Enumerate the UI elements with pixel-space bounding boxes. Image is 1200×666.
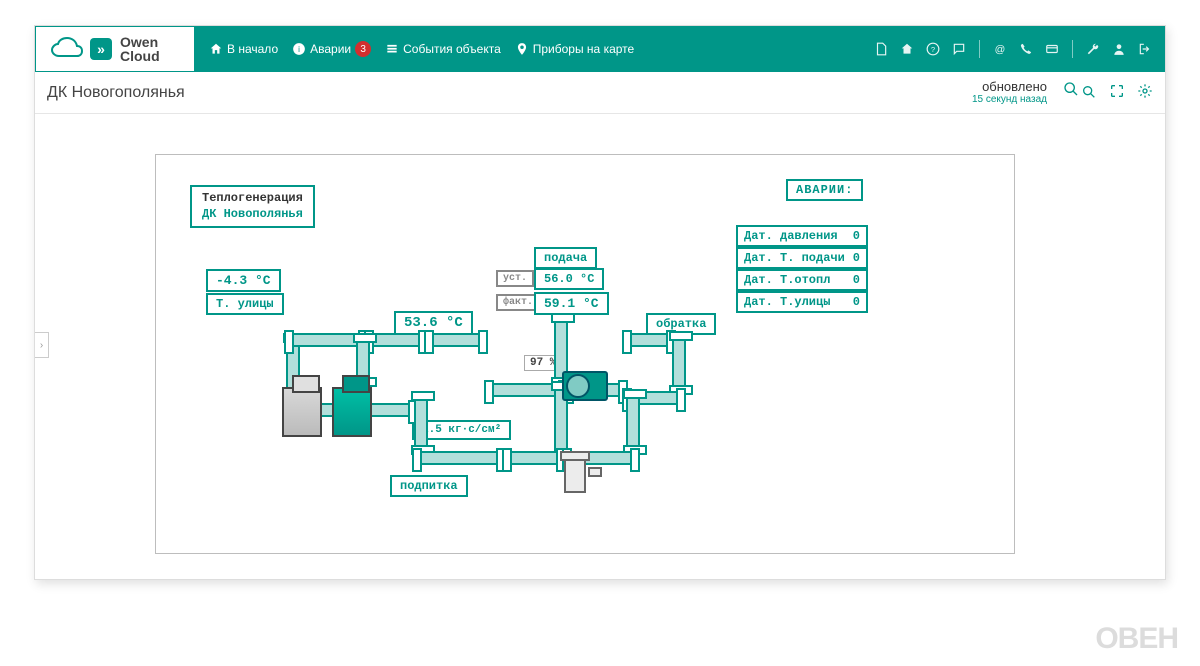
watermark: ОВЕН [1095, 622, 1178, 656]
chat-icon[interactable] [951, 41, 967, 57]
main-nav: В начало i Аварии 3 События объекта Приб… [195, 41, 634, 57]
help-icon[interactable]: ? [925, 41, 941, 57]
at-icon[interactable]: @ [992, 41, 1008, 57]
pipe [624, 333, 674, 347]
topbar: » Owen Cloud В начало i Аварии 3 [35, 26, 1165, 72]
info-icon: i [292, 42, 306, 56]
update-status: обновлено 15 секунд назад [972, 80, 1051, 105]
alarm-row: Дат. Т. подачи0 [736, 247, 868, 269]
pipe [626, 391, 640, 453]
separator [979, 40, 980, 58]
logo[interactable]: » Owen Cloud [35, 26, 195, 72]
page-title: ДК Новогополянья [47, 84, 185, 102]
subheader: ДК Новогополянья обновлено 15 секунд наз… [35, 72, 1165, 114]
svg-text:i: i [298, 45, 300, 54]
nav-home[interactable]: В начало [209, 42, 278, 56]
wrench-icon[interactable] [1085, 41, 1101, 57]
alarm-row: Дат. Т.отопл0 [736, 269, 868, 291]
phone-icon[interactable] [1018, 41, 1034, 57]
fakt-value: 59.1 °C [534, 292, 609, 315]
topbar-right: ? @ [873, 40, 1165, 58]
diagram: Теплогенерация ДК Новополянья -4.3 °C Т.… [155, 154, 1015, 554]
update-label: обновлено [972, 80, 1047, 94]
diagram-title: Теплогенерация ДК Новополянья [190, 185, 315, 228]
ust-label: уст. [496, 270, 534, 287]
card-icon[interactable] [1044, 41, 1060, 57]
alarms-title: АВАРИИ: [786, 179, 863, 201]
logout-icon[interactable] [1137, 41, 1153, 57]
zoom-out-icon[interactable] [1081, 84, 1097, 103]
expand-sidebar-tab[interactable]: › [35, 332, 49, 358]
nav-alarms-label: Аварии [310, 42, 351, 56]
nav-map-label: Приборы на карте [533, 42, 634, 56]
podacha-label: подача [534, 247, 597, 269]
update-time: 15 секунд назад [972, 94, 1047, 105]
file-icon[interactable] [873, 41, 889, 57]
ust-value: 56.0 °C [534, 268, 604, 290]
app-window: » Owen Cloud В начало i Аварии 3 [34, 25, 1166, 580]
home2-icon[interactable] [899, 41, 915, 57]
valve [560, 453, 590, 493]
zoom-controls [1063, 81, 1097, 103]
subheader-right: обновлено 15 секунд назад [972, 80, 1153, 105]
podpitka-label: подпитка [390, 475, 468, 497]
pipe [504, 451, 564, 465]
pipe [672, 333, 686, 393]
nav-map[interactable]: Приборы на карте [515, 42, 634, 56]
cloud-icon [50, 36, 84, 62]
user-icon[interactable] [1111, 41, 1127, 57]
pin-icon [515, 42, 529, 56]
nav-events-label: События объекта [403, 42, 501, 56]
nav-alarms[interactable]: i Аварии 3 [292, 41, 371, 57]
zoom-in-icon[interactable] [1063, 81, 1079, 103]
outdoor-temp-value: -4.3 °C [206, 269, 281, 292]
nav-events[interactable]: События объекта [385, 42, 501, 56]
pump [562, 371, 608, 401]
heater-2 [332, 387, 372, 437]
gear-icon[interactable] [1137, 83, 1153, 102]
canvas: › Теплогенерация ДК Новополянья -4.3 °C … [35, 114, 1165, 579]
pipe [414, 393, 428, 453]
outdoor-temp-label: Т. улицы [206, 293, 284, 315]
heater-1 [282, 387, 322, 437]
separator [1072, 40, 1073, 58]
alarm-badge: 3 [355, 41, 371, 57]
pipe [426, 333, 486, 347]
forward-icon: » [90, 38, 112, 60]
nav-home-label: В начало [227, 42, 278, 56]
svg-text:@: @ [995, 44, 1006, 56]
logo-text: Owen Cloud [120, 35, 160, 63]
alarm-row: Дат. Т.улицы0 [736, 291, 868, 313]
svg-text:?: ? [931, 45, 935, 54]
alarm-row: Дат. давления0 [736, 225, 868, 247]
pipe [414, 451, 504, 465]
fullscreen-icon[interactable] [1109, 83, 1125, 102]
list-icon [385, 42, 399, 56]
home-icon [209, 42, 223, 56]
